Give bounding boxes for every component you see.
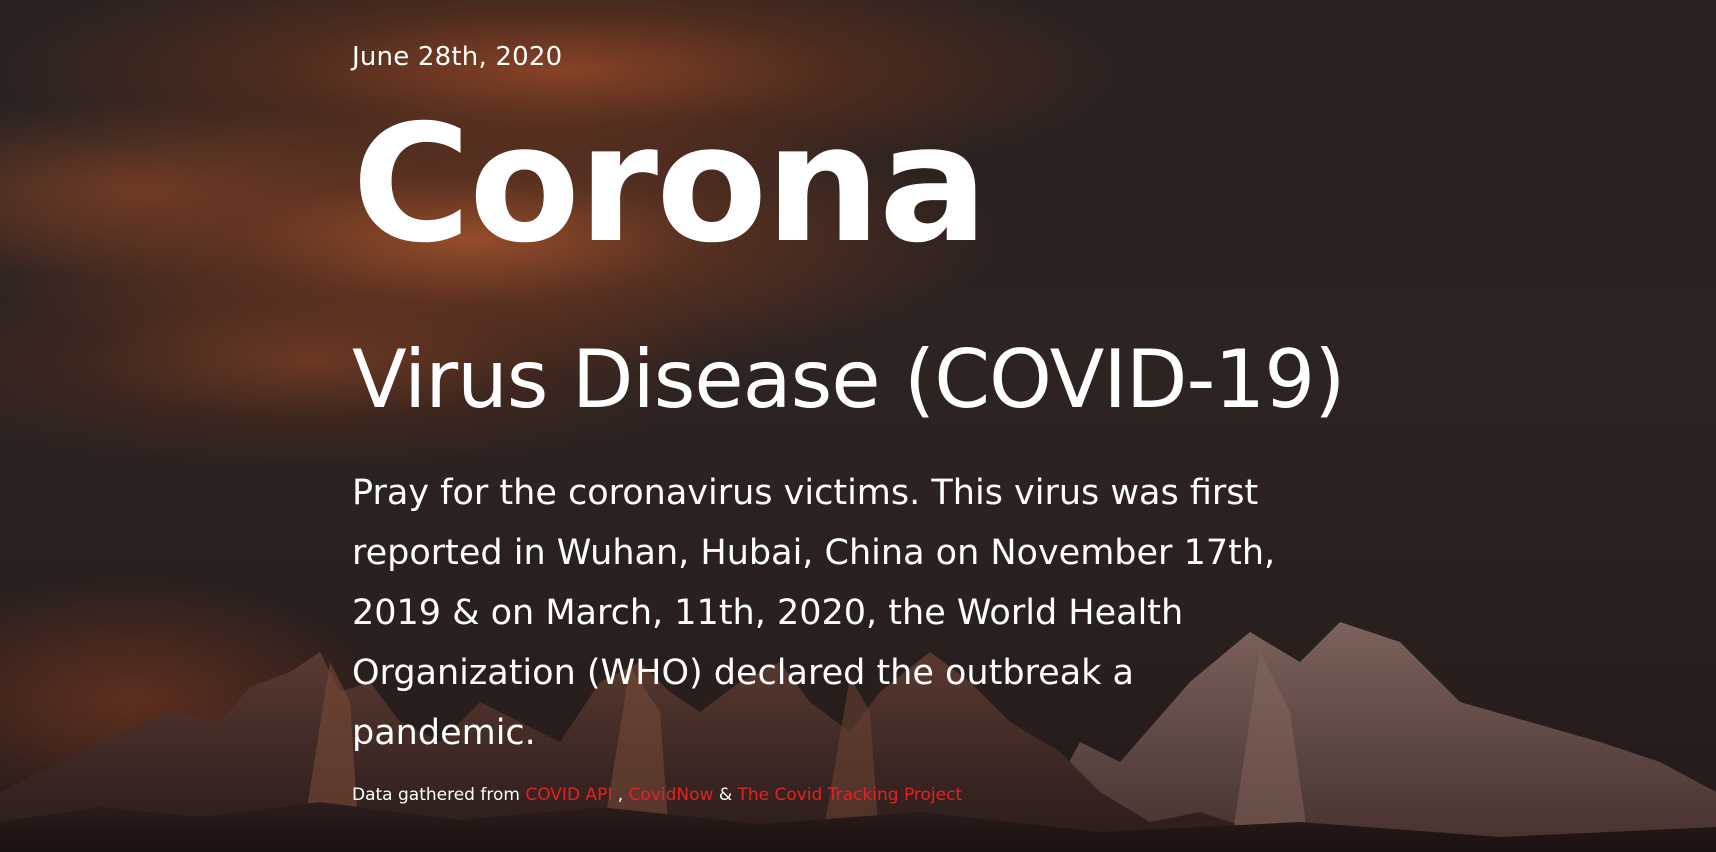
covid-api-link[interactable]: COVID API [525,785,612,805]
credits-prefix: Data gathered from [352,785,520,805]
covidnow-link[interactable]: CovidNow [629,785,714,805]
page-title: Corona [352,91,988,279]
page-subtitle: Virus Disease (COVID-19) [352,333,1345,426]
data-credits: Data gathered from COVID API , CovidNow … [352,785,962,805]
hero-section: June 28th, 2020 Corona Virus Disease (CO… [0,0,1716,852]
credits-separator: , [617,785,624,805]
credits-separator: & [718,785,733,805]
hero-description: Pray for the coronavirus victims. This v… [352,473,1276,753]
covid-tracking-project-link[interactable]: The Covid Tracking Project [738,785,963,805]
publish-date: June 28th, 2020 [352,42,563,72]
